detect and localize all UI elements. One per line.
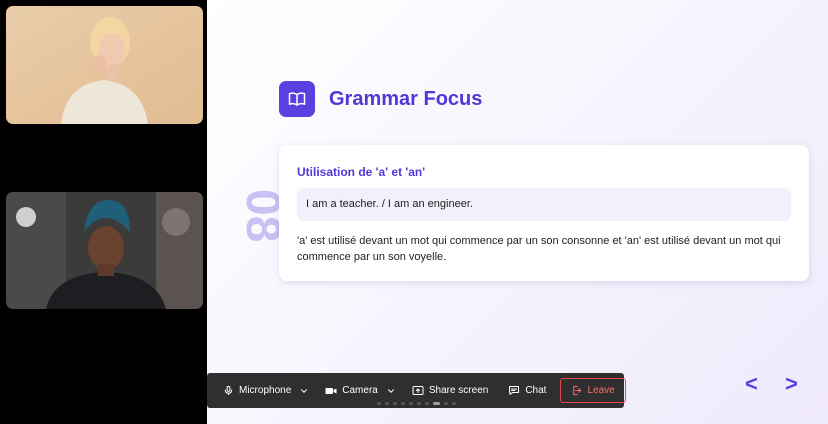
- progress-dot[interactable]: [425, 402, 429, 405]
- progress-dot[interactable]: [377, 402, 381, 405]
- leave-button[interactable]: Leave: [560, 378, 626, 403]
- microphone-icon: [224, 385, 233, 396]
- example-sentence: I am a teacher. / I am an engineer.: [297, 188, 791, 221]
- leave-label: Leave: [587, 385, 615, 396]
- chevron-down-icon: [387, 388, 394, 393]
- progress-dot[interactable]: [385, 402, 389, 405]
- progress-dot-active[interactable]: [433, 402, 440, 405]
- slide-area: 08 Grammar Focus Utilisation de 'a' et '…: [207, 0, 828, 424]
- card-heading: Utilisation de 'a' et 'an': [297, 165, 426, 179]
- slide-title-row: Grammar Focus: [279, 81, 482, 117]
- participant-video-image: [6, 192, 203, 309]
- camera-icon: [325, 387, 337, 394]
- slide-title: Grammar Focus: [329, 87, 483, 110]
- grammar-card: Utilisation de 'a' et 'an' I am a teache…: [279, 145, 809, 281]
- progress-dot[interactable]: [409, 402, 413, 405]
- progress-dot[interactable]: [401, 402, 405, 405]
- leave-icon: [573, 385, 582, 396]
- chat-button[interactable]: Chat: [508, 373, 546, 408]
- microphone-button[interactable]: Microphone: [223, 373, 291, 408]
- share-screen-icon: [412, 386, 424, 395]
- explanation-text: 'a' est utilisé devant un mot qui commen…: [297, 235, 781, 263]
- camera-button[interactable]: Camera: [325, 373, 378, 408]
- progress-dot[interactable]: [444, 402, 448, 405]
- participant-video-tile[interactable]: [6, 192, 203, 309]
- book-icon: [279, 81, 315, 117]
- slide-number: 08: [236, 189, 289, 243]
- progress-dot[interactable]: [452, 402, 456, 405]
- progress-dot[interactable]: [393, 402, 397, 405]
- previous-slide-button[interactable]: <: [745, 371, 758, 397]
- share-screen-label: Share screen: [428, 385, 489, 396]
- meeting-control-bar: Microphone Camera Share screen Chat Leav…: [207, 373, 626, 408]
- participant-video-tile[interactable]: [6, 6, 203, 124]
- microphone-label: Microphone: [239, 385, 292, 396]
- chevron-down-icon: [301, 388, 308, 393]
- next-slide-button[interactable]: >: [785, 371, 798, 397]
- camera-label: Camera: [342, 385, 378, 396]
- chat-label: Chat: [525, 385, 547, 396]
- participant-video-column: [0, 0, 207, 424]
- chat-icon: [509, 386, 520, 395]
- microphone-options-button[interactable]: [299, 373, 309, 408]
- slide-progress-dots: [377, 402, 456, 405]
- progress-dot[interactable]: [417, 402, 421, 405]
- participant-video-image: [6, 6, 203, 124]
